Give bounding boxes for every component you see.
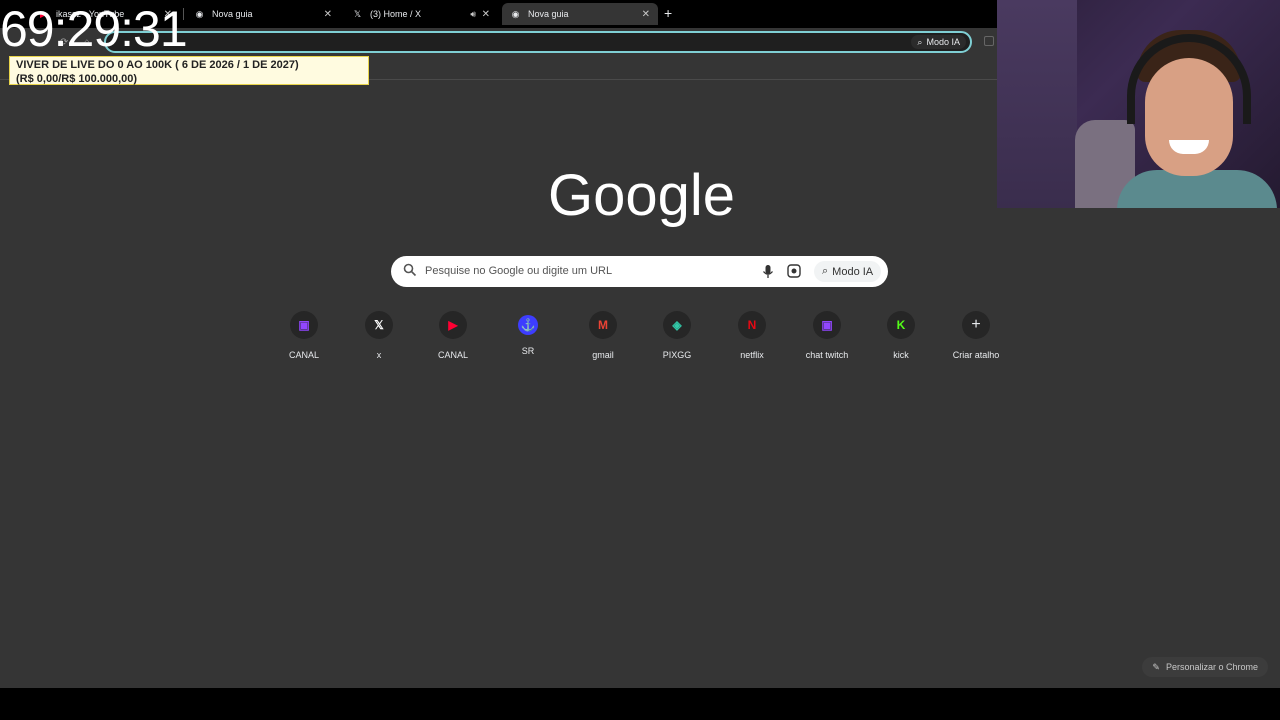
shortcut-label: chat twitch [805, 350, 849, 360]
shortcut-chat-twitch[interactable]: ▣ chat twitch [789, 311, 865, 360]
sr-icon: ⚓ [518, 315, 538, 335]
omnibox-modo-ia-button[interactable]: ⌕ Modo IA [911, 35, 966, 49]
search-icon [403, 263, 417, 277]
kick-icon: K [887, 311, 915, 339]
search-input[interactable] [425, 261, 745, 281]
close-icon[interactable]: ✕ [482, 9, 490, 20]
twitch-icon: ▣ [290, 311, 318, 339]
tab-title: (3) Home / X [370, 9, 422, 19]
shortcut-label: PIXGG [662, 350, 692, 360]
chrome-icon: ◉ [195, 8, 204, 19]
x-icon: 𝕏 [353, 8, 362, 19]
gmail-icon: M [589, 311, 617, 339]
twitch-icon: ▣ [813, 311, 841, 339]
shortcut-pixgg[interactable]: ◈ PIXGG [639, 311, 715, 360]
shortcut-label: kick [893, 350, 909, 360]
shortcut-kick[interactable]: K kick [863, 311, 939, 360]
shortcut-label: x [376, 350, 382, 360]
shortcut-label: SR [521, 346, 535, 356]
webcam-background [997, 0, 1077, 208]
x-icon: 𝕏 [365, 311, 393, 339]
shortcut-canal-twitch[interactable]: ▣ CANAL [266, 311, 342, 360]
google-lens-icon[interactable] [787, 264, 801, 278]
modo-ia-button[interactable]: ⌕ Modo IA [814, 261, 882, 282]
modo-ia-label: Modo IA [832, 265, 874, 278]
bottom-black-bar [0, 688, 1280, 720]
shortcut-netflix[interactable]: N netflix [714, 311, 790, 360]
goal-amount: (R$ 0,00/R$ 100.000,00) [16, 73, 138, 85]
customize-chrome-button[interactable]: ✎ Personalizar o Chrome [1142, 657, 1268, 677]
address-bar[interactable]: ⌕ Modo IA [104, 31, 972, 53]
plus-icon: + [962, 311, 990, 339]
stream-clock: 69:29:31 [0, 1, 188, 57]
pixgg-icon: ◈ [663, 311, 691, 339]
tab-title: Nova guia [528, 9, 569, 19]
search-sparkle-icon: ⌕ [917, 36, 923, 47]
shortcut-label: CANAL [288, 350, 319, 360]
stream-goal-box: VIVER DE LIVE DO 0 AO 100K ( 6 DE 2026 /… [9, 56, 369, 85]
shortcut-criar-atalho[interactable]: + Criar atalho [938, 311, 1014, 360]
extension-icon[interactable] [984, 36, 994, 46]
shortcut-x[interactable]: 𝕏 x [341, 311, 417, 360]
shortcut-canal-youtube[interactable]: ▶ CANAL [415, 311, 491, 360]
goal-title: VIVER DE LIVE DO 0 AO 100K ( 6 DE 2026 /… [16, 59, 299, 71]
speaker-icon[interactable]: 🔊︎ [470, 9, 476, 20]
search-sparkle-icon: ⌕ [822, 265, 829, 277]
shortcut-label: CANAL [437, 350, 468, 360]
tab-nova-guia-1[interactable]: ◉ Nova guia ✕ [186, 3, 340, 25]
shortcut-label: Criar atalho [952, 350, 1000, 360]
tab-nova-guia-active[interactable]: ◉ Nova guia ✕ [502, 3, 658, 25]
customize-label: Personalizar o Chrome [1165, 662, 1258, 672]
pencil-icon: ✎ [1152, 661, 1160, 672]
tab-title: Nova guia [212, 9, 253, 19]
shortcut-gmail[interactable]: M gmail [565, 311, 641, 360]
new-tab-button[interactable]: + [664, 5, 672, 21]
shortcuts-grid: ▣ CANAL 𝕏 x ▶ CANAL ⚓ SR M gmail ◈ PIXGG… [266, 311, 1014, 371]
close-icon[interactable]: ✕ [324, 9, 332, 20]
youtube-icon: ▶ [439, 311, 467, 339]
chrome-icon: ◉ [511, 8, 520, 19]
search-box[interactable]: ⌕ Modo IA [391, 256, 888, 287]
modo-ia-label: Modo IA [926, 37, 960, 47]
shortcut-label: netflix [740, 350, 764, 360]
netflix-icon: N [738, 311, 766, 339]
shortcut-label: gmail [592, 350, 614, 360]
webcam-overlay [997, 0, 1280, 208]
microphone-icon[interactable] [761, 264, 775, 280]
tab-home-x[interactable]: 𝕏 (3) Home / X 🔊︎ ✕ [344, 3, 498, 25]
shortcut-sr[interactable]: ⚓ SR [490, 311, 566, 356]
google-logo: Google [548, 163, 736, 228]
close-icon[interactable]: ✕ [642, 9, 650, 20]
